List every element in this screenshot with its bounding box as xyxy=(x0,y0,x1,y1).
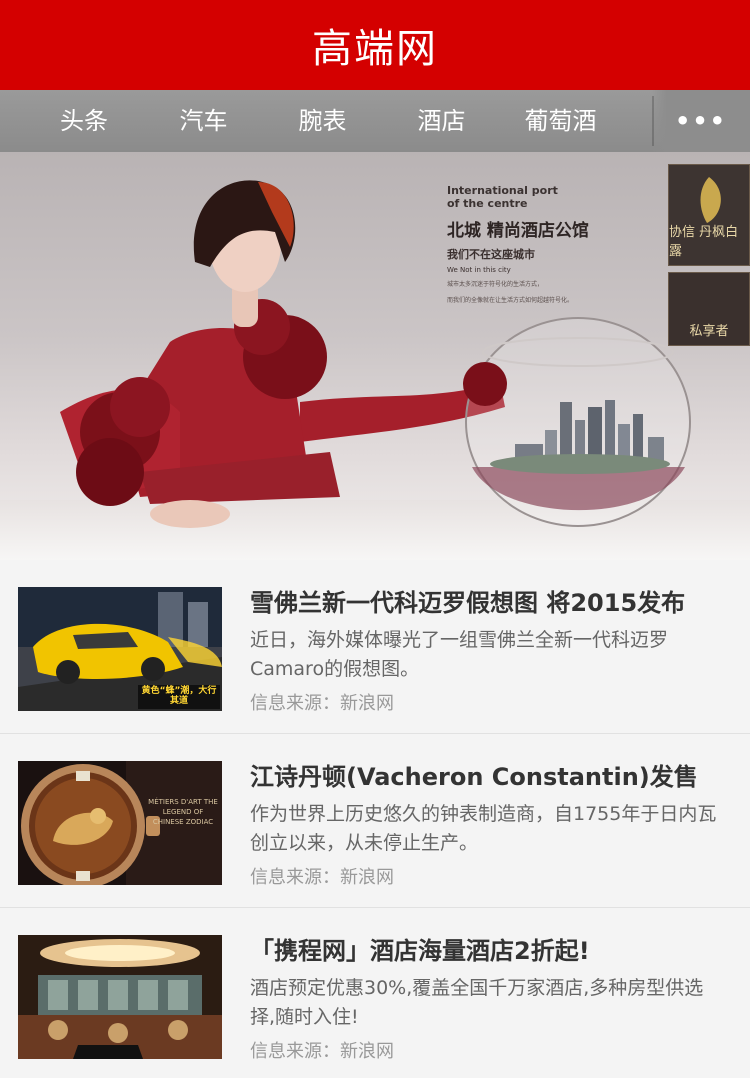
brand-logo-text: 协信 丹枫白露 xyxy=(669,225,739,259)
news-source: 信息来源：新浪网 xyxy=(250,867,394,888)
hotel-image xyxy=(18,935,222,1059)
news-item[interactable]: 黄色“蜂”潮，大行其道 雪佛兰新一代科迈罗假想图 将2015发布 近日，海外媒体… xyxy=(0,560,750,734)
news-thumbnail-car: 黄色“蜂”潮，大行其道 xyxy=(18,587,222,711)
thumbnail-caption: 黄色“蜂”潮，大行其道 xyxy=(141,686,217,706)
brand-logo-card: 协信 丹枫白露 xyxy=(668,164,750,266)
app-header: 高端网 xyxy=(0,0,750,90)
category-tabs: 头条 汽车 腕表 酒店 葡萄酒 ••• xyxy=(0,90,750,152)
news-summary: 作为世界上历史悠久的钟表制造商，自1755年于日内瓦创立以来，从未停止生产。 xyxy=(250,803,717,854)
banner-cn-subtitle: 我们不在这座城市 xyxy=(447,248,535,261)
news-title[interactable]: 江诗丹顿(Vacheron Constantin)发售 xyxy=(250,760,728,794)
leaf-logo-icon xyxy=(700,177,721,223)
news-source: 信息来源：新浪网 xyxy=(250,1041,394,1062)
banner-en-subtitle: We Not in this city xyxy=(447,266,511,274)
news-title[interactable]: 雪佛兰新一代科迈罗假想图 将2015发布 xyxy=(250,586,728,620)
banner-en-line2: of the centre xyxy=(447,197,528,210)
banner-small-line1: 城市太多沉迷于符号化的生活方式， xyxy=(447,281,544,288)
thumbnail-caption: MÉTIERS D'ART THE LEGEND OF CHINESE ZODI… xyxy=(148,798,218,826)
private-label-card: 私享者 xyxy=(668,272,750,346)
more-dots-icon: ••• xyxy=(674,107,728,135)
news-title[interactable]: 「携程网」酒店海量酒店2折起! xyxy=(250,934,728,968)
news-summary: 酒店预定优惠30%,覆盖全国千万家酒店,多种房型供选择,随时入住! xyxy=(250,977,704,1028)
tab-wine[interactable]: 葡萄酒 xyxy=(501,90,620,152)
banner-cn-title: 北城 精尚酒店公馆 xyxy=(447,221,589,241)
news-list: 黄色“蜂”潮，大行其道 雪佛兰新一代科迈罗假想图 将2015发布 近日，海外媒体… xyxy=(0,560,750,1078)
site-title: 高端网 xyxy=(312,26,438,72)
private-label-text: 私享者 xyxy=(689,324,729,339)
more-menu-button[interactable]: ••• xyxy=(652,90,750,152)
news-thumbnail-watch: MÉTIERS D'ART THE LEGEND OF CHINESE ZODI… xyxy=(18,761,222,885)
news-item[interactable]: MÉTIERS D'ART THE LEGEND OF CHINESE ZODI… xyxy=(0,734,750,908)
news-source: 信息来源：新浪网 xyxy=(250,693,394,714)
tab-watches[interactable]: 腕表 xyxy=(263,90,382,152)
banner-ad-copy: International port of the centre 北城 精尚酒店… xyxy=(447,184,647,306)
banner-en-line1: International port xyxy=(447,184,558,197)
news-thumbnail-hotel xyxy=(18,935,222,1059)
tab-headlines[interactable]: 头条 xyxy=(24,90,144,152)
hero-banner[interactable]: International port of the centre 北城 精尚酒店… xyxy=(0,152,750,560)
banner-small-line2: 而我们的全像就在让生活方式如何超越符号化。 xyxy=(447,297,574,304)
news-item[interactable]: 「携程网」酒店海量酒店2折起! 酒店预定优惠30%,覆盖全国千万家酒店,多种房型… xyxy=(0,908,750,1078)
tab-hotels[interactable]: 酒店 xyxy=(382,90,501,152)
tab-cars[interactable]: 汽车 xyxy=(144,90,263,152)
news-summary: 近日，海外媒体曝光了一组雪佛兰全新一代科迈罗Camaro的假想图。 xyxy=(250,629,669,680)
